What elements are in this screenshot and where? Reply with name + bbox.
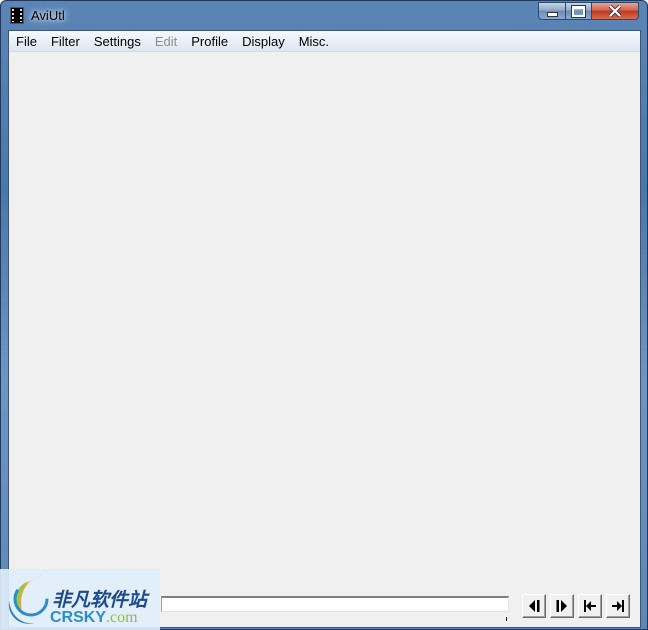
- menu-bar: File Filter Settings Edit Profile Displa…: [9, 31, 640, 52]
- film-strip-icon[interactable]: [10, 7, 24, 24]
- last-frame-icon: [612, 600, 624, 612]
- prev-frame-icon: [529, 600, 540, 612]
- menu-file[interactable]: File: [9, 31, 44, 51]
- close-icon: [608, 5, 622, 17]
- menu-display[interactable]: Display: [235, 31, 292, 51]
- frame-navigation: [522, 594, 630, 618]
- watermark-domain: .com: [106, 609, 138, 626]
- first-frame-button[interactable]: [578, 594, 602, 618]
- watermark-overlay: 非凡软件站 CRSKY.com: [0, 569, 160, 630]
- title-bar[interactable]: AviUtl: [1, 1, 647, 29]
- menu-misc[interactable]: Misc.: [292, 31, 336, 51]
- first-frame-icon: [584, 600, 596, 612]
- minimize-button[interactable]: [538, 2, 566, 20]
- watermark-brand-name: CRSKY: [50, 609, 107, 626]
- seek-bar-tick: [506, 617, 507, 621]
- menu-settings[interactable]: Settings: [87, 31, 148, 51]
- aviutl-window: AviUtl File Filter Settings Edit Profile…: [0, 0, 648, 630]
- maximize-icon: [571, 4, 586, 18]
- menu-filter[interactable]: Filter: [44, 31, 87, 51]
- caption-buttons: [538, 2, 639, 20]
- maximize-button[interactable]: [566, 2, 592, 20]
- last-frame-button[interactable]: [606, 594, 630, 618]
- menu-profile[interactable]: Profile: [184, 31, 235, 51]
- close-button[interactable]: [592, 2, 639, 20]
- crsky-logo-icon: [8, 575, 49, 624]
- next-frame-button[interactable]: [550, 594, 574, 618]
- seek-bar[interactable]: [161, 596, 509, 612]
- prev-frame-button[interactable]: [522, 594, 546, 618]
- watermark-brand: CRSKY.com: [50, 609, 138, 627]
- minimize-icon: [546, 11, 558, 17]
- next-frame-icon: [556, 600, 567, 612]
- watermark-chinese-text: 非凡软件站: [52, 590, 148, 611]
- menu-edit[interactable]: Edit: [148, 31, 184, 51]
- client-area: File Filter Settings Edit Profile Displa…: [8, 30, 641, 628]
- window-title: AviUtl: [31, 8, 65, 23]
